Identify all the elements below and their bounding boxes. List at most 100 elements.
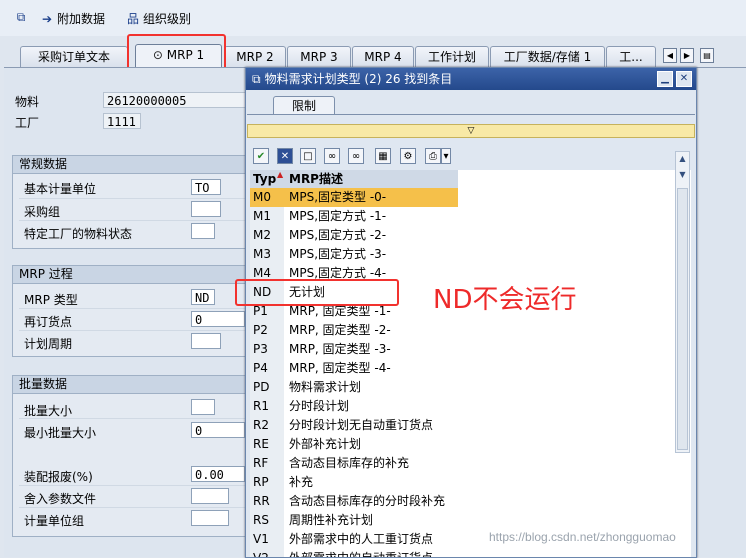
list-item[interactable]: PD 物料需求计划 <box>250 378 458 397</box>
list-item-code: P2 <box>250 321 284 340</box>
dialog-toolbar: ✔ ✕ □ ∞ ∞ ▦ ⚙ ⎙ ▾ <box>247 144 695 168</box>
new-button[interactable]: □ <box>300 148 316 164</box>
tab-mrp4[interactable]: MRP 4 <box>352 46 414 67</box>
lot-size-group: 批量数据 批量大小 最小批量大小 0 装配报废(%) 0.00 舍入参数文件 计… <box>12 375 250 537</box>
list-item-code: M3 <box>250 245 284 264</box>
list-item[interactable]: P2 MRP, 固定类型 -2- <box>250 321 458 340</box>
cancel-button[interactable]: ✕ <box>277 148 293 164</box>
purchasing-group-field[interactable] <box>191 201 221 217</box>
list-item[interactable]: M2 MPS,固定方式 -2- <box>250 226 458 245</box>
scroll-down-button[interactable]: ▼ <box>676 168 689 181</box>
rounding-profile-field[interactable] <box>191 488 229 504</box>
mrp-type-field[interactable]: ND <box>191 289 215 305</box>
list-item[interactable]: M1 MPS,固定方式 -1- <box>250 207 458 226</box>
list-item-description: 补充 <box>289 475 314 489</box>
print-button[interactable]: ⎙ <box>425 148 441 164</box>
tab-mrp2[interactable]: MRP 2 <box>224 46 286 67</box>
tab-purchase-text[interactable]: 采购订单文本 <box>20 46 128 67</box>
sort-ascending-icon: ▲ <box>277 170 284 179</box>
list-item-code: R2 <box>250 416 284 435</box>
tab-plant-data-storage[interactable]: 工厂数据/存储 1 <box>490 46 605 67</box>
list-item[interactable]: RF 含动态目标库存的补充 <box>250 454 458 473</box>
list-item[interactable]: M3 MPS,固定方式 -3- <box>250 245 458 264</box>
triangle-up-icon: ▲ <box>679 154 686 163</box>
find-next-button[interactable]: ∞ <box>348 148 364 164</box>
list-item-description: 物料需求计划 <box>289 380 362 394</box>
scroll-thumb[interactable] <box>677 188 688 450</box>
list-item[interactable]: V1 外部需求中的人工重订货点 <box>250 530 458 549</box>
find-button[interactable]: ∞ <box>324 148 340 164</box>
list-item-code: P3 <box>250 340 284 359</box>
tab-mrp3[interactable]: MRP 3 <box>287 46 351 67</box>
gear-icon: ⚙ <box>403 151 413 162</box>
reorder-point-field[interactable]: 0 <box>191 311 245 327</box>
min-lot-size-label: 最小批量大小 <box>24 426 97 440</box>
min-lot-size-field[interactable]: 0 <box>191 422 245 438</box>
tab-scroll-left-button[interactable]: ◀ <box>663 48 677 63</box>
list-item[interactable]: RE 外部补充计划 <box>250 435 458 454</box>
close-button[interactable]: ✕ <box>676 71 692 87</box>
column-header-type[interactable]: Typ <box>253 170 276 188</box>
add-data-label: 附加数据 <box>57 12 106 26</box>
base-uom-label: 基本计量单位 <box>24 182 97 196</box>
tab-list-button[interactable]: ▤ <box>700 48 714 63</box>
display-change-button[interactable]: ⧉ <box>14 10 28 24</box>
planning-cycle-label: 计划周期 <box>24 337 73 351</box>
plant-material-status-label: 特定工厂的物料状态 <box>24 227 133 241</box>
column-header-description[interactable]: MRP描述 <box>289 170 343 188</box>
list-item[interactable]: P3 MRP, 固定类型 -3- <box>250 340 458 359</box>
list-header: Typ ▲ MRP描述 <box>250 170 458 189</box>
print-dropdown-button[interactable]: ▾ <box>441 148 451 164</box>
add-data-button[interactable]: ➔ 附加数据 <box>40 10 105 27</box>
rounding-profile-label: 舍入参数文件 <box>24 492 97 506</box>
list-item-description: MRP, 固定类型 -2- <box>289 323 391 337</box>
list-item[interactable]: R1 分时段计划 <box>250 397 458 416</box>
vertical-scrollbar[interactable]: ▲ ▼ <box>675 151 690 453</box>
list-item[interactable]: RS 周期性补充计划 <box>250 511 458 530</box>
assembly-scrap-label: 装配报废(%) <box>24 470 93 484</box>
base-uom-field[interactable]: TO <box>191 179 221 195</box>
restrictions-tab[interactable]: 限制 <box>273 96 335 115</box>
scroll-up-button[interactable]: ▲ <box>676 152 689 165</box>
list-item-description: 周期性补充计划 <box>289 513 374 527</box>
list-item-code: RP <box>250 473 284 492</box>
list-item[interactable]: P4 MRP, 固定类型 -4- <box>250 359 458 378</box>
select-layout-button[interactable]: ▦ <box>375 148 391 164</box>
continue-button[interactable]: ✔ <box>253 148 269 164</box>
list-item-code: M0 <box>250 188 284 207</box>
tab-scroll-right-button[interactable]: ▶ <box>680 48 694 63</box>
list-item[interactable]: R2 分时段计划无自动重订货点 <box>250 416 458 435</box>
grid-icon: ▦ <box>378 151 388 162</box>
plant-material-status-field[interactable] <box>191 223 215 239</box>
minimize-icon: ▁ <box>661 73 669 84</box>
lot-size-field[interactable] <box>191 399 215 415</box>
list-item-description: 含动态目标库存的分时段补充 <box>289 494 446 508</box>
org-levels-button[interactable]: 品 组织级别 <box>126 10 191 27</box>
org-levels-label: 组织级别 <box>143 12 192 26</box>
uom-group-field[interactable] <box>191 510 229 526</box>
list-item-code: R1 <box>250 397 284 416</box>
material-label: 物料 <box>15 95 40 109</box>
technical-info-button[interactable]: ⚙ <box>400 148 416 164</box>
material-field[interactable]: 26120000005 <box>103 92 263 108</box>
reorder-point-label: 再订货点 <box>24 315 73 329</box>
dialog-icon: ⧉ <box>252 72 261 86</box>
list-item-description: 分时段计划无自动重订货点 <box>289 418 434 432</box>
display-change-icon: ⧉ <box>16 10 26 24</box>
watermark: https://blog.csdn.net/zhongguomao <box>489 530 676 544</box>
planning-cycle-field[interactable] <box>191 333 221 349</box>
list-item[interactable]: RP 补充 <box>250 473 458 492</box>
plant-field[interactable]: 1111 <box>103 113 141 129</box>
assembly-scrap-field[interactable]: 0.00 <box>191 466 245 482</box>
check-icon: ✔ <box>256 151 266 162</box>
minimize-button[interactable]: ▁ <box>657 71 673 87</box>
tab-more[interactable]: 工... <box>606 46 656 67</box>
binoculars-plus-icon: ∞ <box>351 151 361 162</box>
chevron-down-icon: ▾ <box>443 151 449 162</box>
list-item-description: MPS,固定方式 -3- <box>289 247 387 261</box>
list-item[interactable]: RR 含动态目标库存的分时段补充 <box>250 492 458 511</box>
list-item[interactable]: M0 MPS,固定类型 -0- <box>250 188 458 207</box>
expand-restrictions-bar[interactable]: ▽ <box>247 124 695 138</box>
mrp-procedure-group: MRP 过程 MRP 类型 ND 再订货点 0 计划周期 <box>12 265 250 357</box>
tab-work-scheduling[interactable]: 工作计划 <box>415 46 489 67</box>
